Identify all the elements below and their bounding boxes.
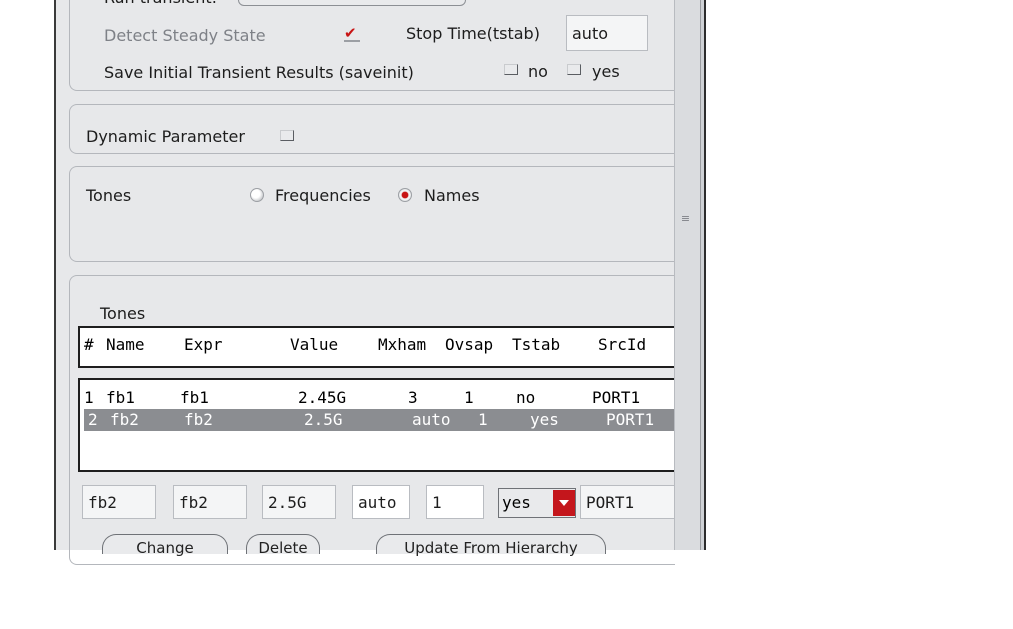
saveinit-no-label: no	[528, 62, 548, 81]
update-from-hierarchy-button[interactable]: Update From Hierarchy	[376, 534, 606, 557]
saveinit-yes-label: yes	[592, 62, 620, 81]
column-header-expr: Expr	[184, 335, 223, 354]
tone-value-field[interactable]: 2.5G	[262, 485, 336, 519]
vertical-scrollbar[interactable]	[674, 0, 700, 550]
tstab-select[interactable]: yes	[498, 488, 576, 518]
tones-table-title: Tones	[100, 304, 146, 323]
change-button[interactable]: Change	[102, 534, 228, 557]
column-header-name: Name	[106, 335, 145, 354]
names-radio[interactable]	[398, 188, 412, 202]
row-ovsap: 1	[478, 410, 488, 429]
tone-expr-field[interactable]: fb2	[173, 485, 247, 519]
column-header-ovsap: Ovsap	[445, 335, 494, 354]
tone-srcid-field[interactable]: PORT1	[580, 485, 674, 519]
saveinit-no-checkbox[interactable]	[504, 64, 518, 75]
row-mxham: 3	[408, 388, 418, 407]
checkbox-underline	[344, 40, 360, 42]
frequencies-radio-label: Frequencies	[275, 186, 371, 205]
row-value: 2.45G	[298, 388, 347, 407]
dynamic-parameter-label: Dynamic Parameter	[86, 127, 245, 146]
tone-mxham-field[interactable]: auto	[352, 485, 410, 519]
row-num: 2	[88, 410, 98, 429]
window-right-edge	[700, 0, 706, 550]
column-header-srcid: SrcId	[598, 335, 647, 354]
stop-time-label: Stop Time(tstab)	[406, 24, 540, 43]
dynamic-parameter-checkbox[interactable]	[280, 130, 294, 141]
chevron-down-icon	[559, 500, 569, 506]
tstab-select-value: yes	[502, 493, 531, 512]
row-ovsap: 1	[464, 388, 474, 407]
tones-table-body[interactable]: 1 fb1 fb1 2.45G 3 1 no PORT1 2 fb2 fb2 2…	[78, 378, 684, 472]
delete-button[interactable]: Delete	[246, 534, 320, 557]
saveinit-yes-checkbox[interactable]	[567, 64, 581, 75]
row-expr: fb2	[184, 410, 213, 429]
table-row[interactable]: 2 fb2 fb2 2.5G auto 1 yes PORT1	[84, 409, 684, 431]
scrollbar-grip-icon[interactable]: ≡	[680, 212, 691, 226]
stop-time-field[interactable]: auto	[566, 15, 648, 51]
table-row[interactable]: 1 fb1 fb1 2.45G 3 1 no PORT1	[84, 387, 684, 409]
tone-ovsap-field[interactable]: 1	[426, 485, 484, 519]
column-header-tstab: Tstab	[512, 335, 561, 354]
column-header-value: Value	[290, 335, 339, 354]
tones-mode-group	[69, 166, 675, 262]
row-expr: fb1	[180, 388, 209, 407]
tstab-dropdown-button[interactable]	[553, 490, 575, 516]
row-name: fb1	[106, 388, 135, 407]
tone-name-field[interactable]: fb2	[82, 485, 156, 519]
row-value: 2.5G	[304, 410, 343, 429]
row-srcid: PORT1	[606, 410, 655, 429]
column-header-num: #	[84, 335, 94, 354]
row-srcid: PORT1	[592, 388, 641, 407]
detect-steady-state-label: Detect Steady State	[104, 26, 266, 45]
row-tstab: no	[516, 388, 536, 407]
column-header-mxham: Mxham	[378, 335, 427, 354]
tones-table-header: # Name Expr Value Mxham Ovsap Tstab SrcI…	[78, 326, 674, 368]
row-tstab: yes	[530, 410, 559, 429]
saveinit-label: Save Initial Transient Results (saveinit…	[104, 63, 414, 82]
names-radio-label: Names	[424, 186, 480, 205]
row-mxham: auto	[412, 410, 451, 429]
row-name: fb2	[110, 410, 139, 429]
frequencies-radio[interactable]	[250, 188, 264, 202]
row-num: 1	[84, 388, 94, 407]
tones-mode-label: Tones	[86, 186, 132, 205]
